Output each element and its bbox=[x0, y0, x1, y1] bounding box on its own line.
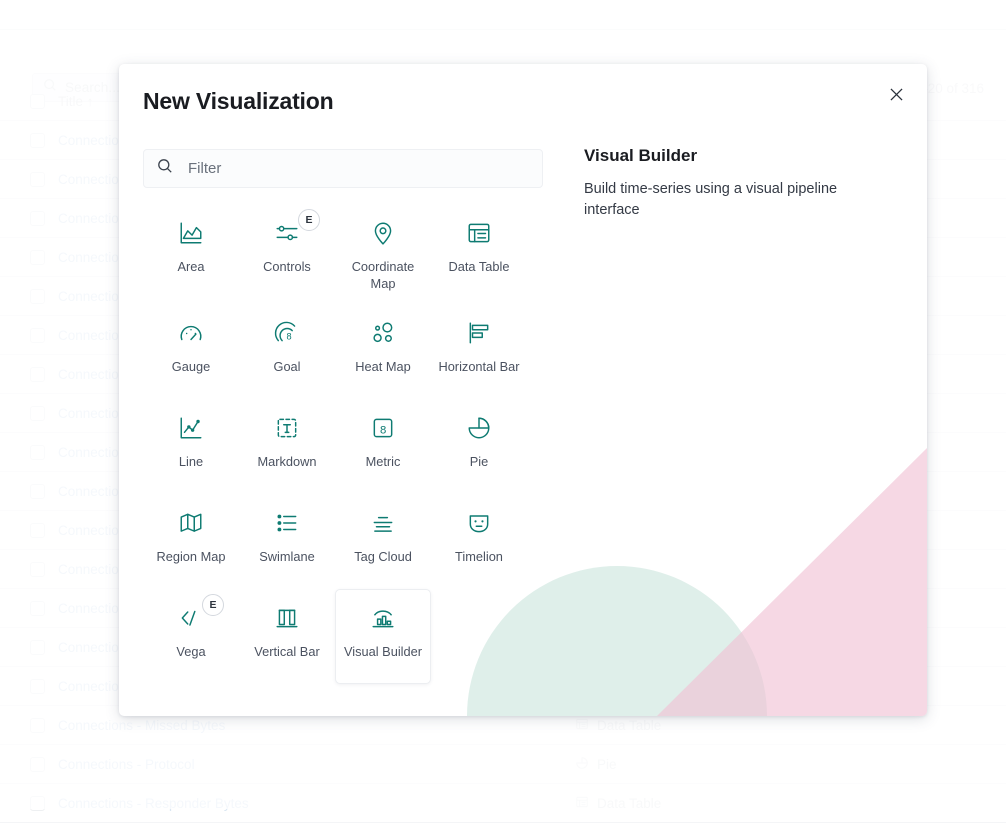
goal-icon: 8 bbox=[244, 317, 330, 349]
vertical-bar-icon bbox=[244, 602, 330, 634]
close-button[interactable] bbox=[883, 84, 909, 110]
new-visualization-modal: New Visualization Area E Controls Coordinat… bbox=[119, 64, 927, 716]
vis-type-metric[interactable]: 8 Metric bbox=[335, 399, 431, 494]
vis-type-pie[interactable]: Pie bbox=[431, 399, 527, 494]
vis-type-data-table[interactable]: Data Table bbox=[431, 204, 527, 304]
visualization-type-grid: Area E Controls Coordinate Map Data Table Gau… bbox=[143, 204, 571, 684]
vis-type-label: Gauge bbox=[171, 358, 211, 374]
vis-type-horizontal-bar[interactable]: Horizontal Bar bbox=[431, 304, 527, 399]
vis-type-timelion[interactable]: Timelion bbox=[431, 494, 527, 589]
detail-description: Build time-series using a visual pipelin… bbox=[584, 181, 838, 218]
region-map-icon bbox=[148, 507, 234, 539]
vis-type-label: Metric bbox=[365, 453, 401, 469]
vis-type-label: Coordinate Map bbox=[351, 259, 415, 291]
vis-type-label: Markdown bbox=[257, 453, 317, 469]
metric-icon: 8 bbox=[340, 412, 426, 444]
vis-type-label: Line bbox=[178, 453, 204, 469]
vis-type-swimlane[interactable]: Swimlane bbox=[239, 494, 335, 589]
vis-type-heat-map[interactable]: Heat Map bbox=[335, 304, 431, 399]
vis-type-gauge[interactable]: Gauge bbox=[143, 304, 239, 399]
vis-type-label: Horizontal Bar bbox=[438, 358, 520, 374]
vis-type-goal[interactable]: 8 Goal bbox=[239, 304, 335, 399]
vis-type-label: Swimlane bbox=[259, 548, 315, 564]
vis-type-label: Timelion bbox=[455, 548, 503, 564]
heat-map-icon bbox=[340, 317, 426, 349]
vis-type-label: Region Map bbox=[156, 548, 226, 564]
search-icon bbox=[157, 158, 173, 179]
svg-text:8: 8 bbox=[286, 331, 291, 341]
filter-box[interactable] bbox=[143, 149, 543, 188]
modal-title: New Visualization bbox=[143, 88, 334, 114]
swimlane-icon bbox=[244, 507, 330, 539]
pie-chart-icon bbox=[436, 412, 522, 444]
vis-type-label: Goal bbox=[273, 358, 301, 374]
vis-type-visual-builder[interactable]: Visual Builder bbox=[335, 588, 431, 684]
vis-type-area[interactable]: Area bbox=[143, 204, 239, 304]
detail-title: Visual Builder bbox=[584, 146, 698, 165]
vis-type-markdown[interactable]: Markdown bbox=[239, 399, 335, 494]
vis-type-controls[interactable]: E Controls bbox=[239, 204, 335, 304]
detail-pane: Visual Builder Build time-series using a… bbox=[584, 146, 894, 220]
vis-type-label: Vega bbox=[176, 643, 206, 659]
experimental-badge: E bbox=[202, 593, 224, 616]
vis-type-label: Controls bbox=[263, 259, 311, 274]
vis-type-label: Vertical Bar bbox=[254, 643, 320, 659]
svg-text:8: 8 bbox=[380, 424, 386, 436]
timelion-icon bbox=[436, 507, 522, 539]
vis-type-label: Data Table bbox=[448, 259, 510, 274]
vis-type-region-map[interactable]: Region Map bbox=[143, 494, 239, 589]
filter-input[interactable] bbox=[186, 159, 529, 178]
markdown-icon bbox=[244, 412, 330, 444]
map-marker-icon bbox=[340, 217, 426, 249]
tag-cloud-icon bbox=[340, 507, 426, 539]
controls-icon: E bbox=[244, 209, 330, 249]
visual-builder-icon bbox=[340, 602, 426, 634]
vis-type-vertical-bar[interactable]: Vertical Bar bbox=[239, 589, 335, 684]
vis-type-vega[interactable]: E Vega bbox=[143, 589, 239, 684]
area-chart-icon bbox=[148, 217, 234, 249]
vis-type-label: Heat Map bbox=[355, 358, 411, 374]
vis-type-label: Visual Builder bbox=[343, 643, 422, 659]
horizontal-bar-icon bbox=[436, 317, 522, 349]
line-chart-icon bbox=[148, 412, 234, 444]
vega-code-icon: E bbox=[148, 593, 234, 634]
experimental-badge: E bbox=[298, 209, 320, 231]
close-icon bbox=[889, 88, 903, 106]
gauge-icon bbox=[148, 317, 234, 349]
vis-type-label: Pie bbox=[469, 453, 489, 469]
vis-type-tag-cloud[interactable]: Tag Cloud bbox=[335, 494, 431, 589]
vis-type-label: Tag Cloud bbox=[354, 548, 412, 564]
vis-type-label: Area bbox=[177, 259, 205, 274]
data-table-icon bbox=[436, 217, 522, 249]
vis-type-line[interactable]: Line bbox=[143, 399, 239, 494]
vis-type-coordinate-map[interactable]: Coordinate Map bbox=[335, 204, 431, 304]
